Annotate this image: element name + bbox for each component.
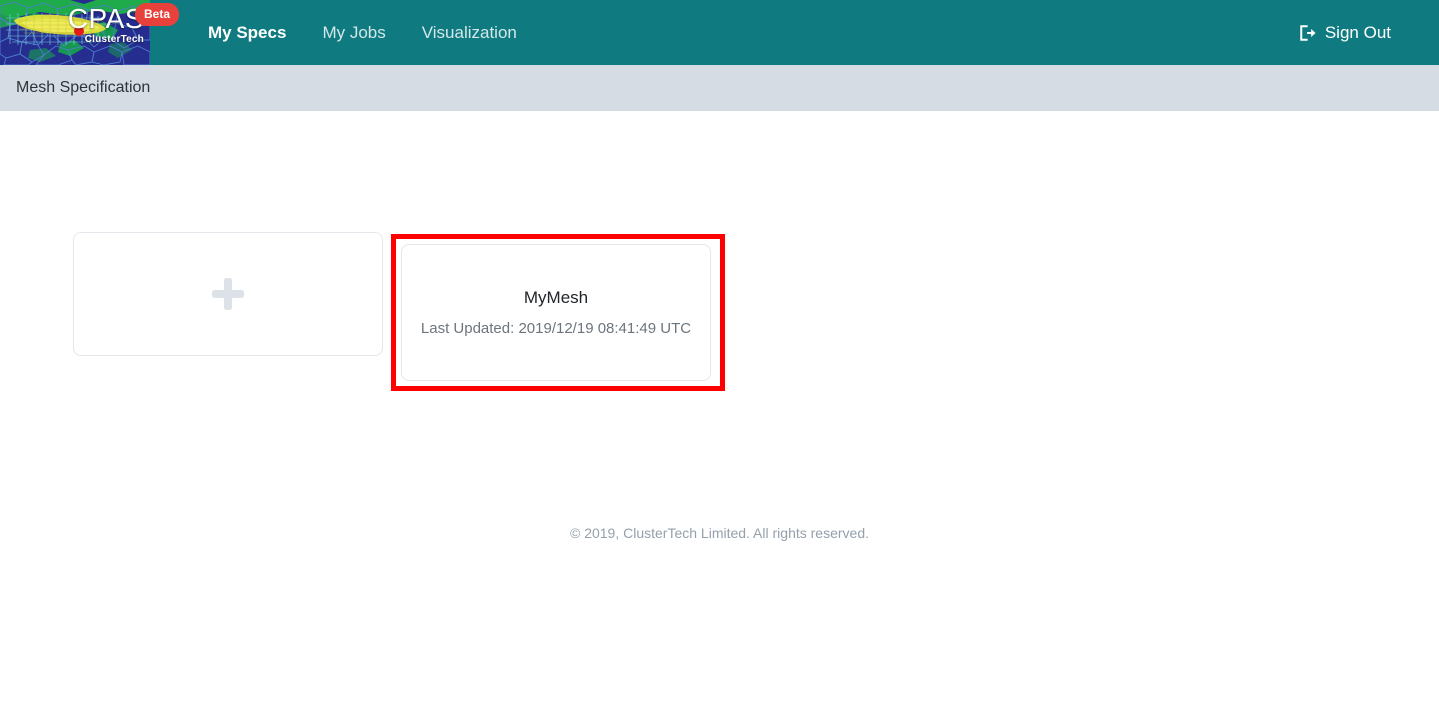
mesh-map-logo-icon: CPAS ClusterTech	[0, 0, 150, 65]
sign-out-label: Sign Out	[1324, 22, 1391, 42]
page-footer: © 2019, ClusterTech Limited. All rights …	[0, 523, 1439, 543]
main-content: MyMesh Last Updated: 2019/12/19 08:41:49…	[0, 111, 1439, 711]
plus-icon	[208, 274, 248, 314]
main-nav: My Specs My Jobs Visualization	[190, 23, 535, 43]
spec-card-title: MyMesh	[523, 287, 589, 307]
spec-card-subtitle: Last Updated: 2019/12/19 08:41:49 UTC	[420, 319, 692, 337]
brand-logo-area[interactable]: CPAS ClusterTech Beta	[0, 0, 180, 65]
nav-item-my-specs[interactable]: My Specs	[190, 23, 304, 43]
beta-badge: Beta	[135, 3, 180, 26]
top-navbar: CPAS ClusterTech Beta My Specs My Jobs V…	[0, 0, 1439, 65]
spec-card-mymesh[interactable]: MyMesh Last Updated: 2019/12/19 08:41:49…	[401, 244, 711, 381]
add-spec-card[interactable]	[73, 232, 383, 356]
nav-item-visualization[interactable]: Visualization	[404, 23, 535, 43]
sign-out-icon	[1299, 24, 1317, 42]
page-title: Mesh Specification	[16, 79, 151, 96]
nav-item-my-jobs[interactable]: My Jobs	[304, 23, 403, 43]
copyright-text: © 2019, ClusterTech Limited. All rights …	[569, 525, 869, 541]
page-subheader: Mesh Specification	[0, 65, 1439, 111]
sign-out-button[interactable]: Sign Out	[1299, 23, 1391, 43]
